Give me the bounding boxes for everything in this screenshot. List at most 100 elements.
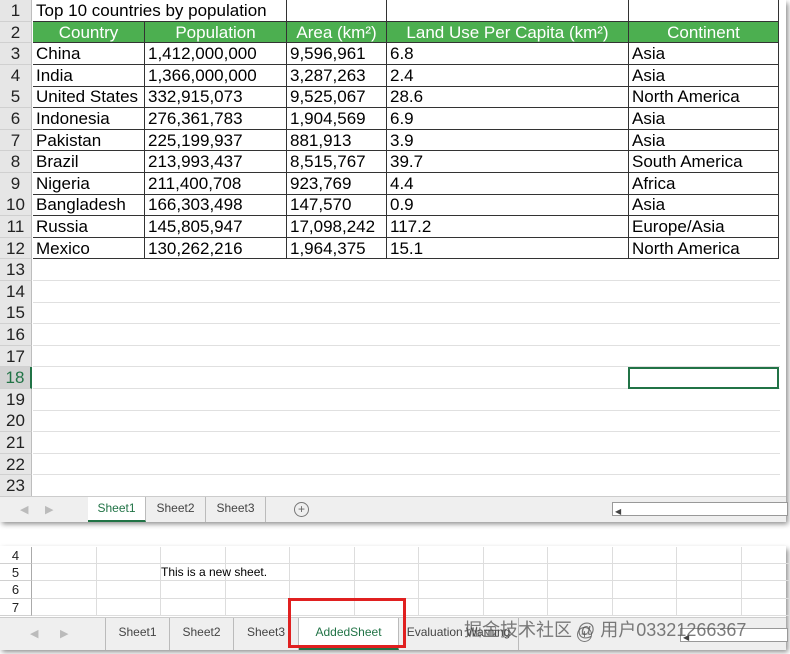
cell[interactable]: 211,400,708	[145, 172, 287, 195]
empty-row[interactable]	[33, 281, 780, 303]
cell[interactable]	[612, 564, 677, 582]
cell[interactable]: 3.9	[387, 129, 629, 152]
row-header[interactable]: 23	[0, 475, 32, 497]
cell[interactable]: 4.4	[387, 172, 629, 195]
tab-sheet2[interactable]: Sheet2	[146, 497, 206, 522]
cell[interactable]	[96, 581, 161, 599]
cell[interactable]	[225, 581, 290, 599]
cell[interactable]: Indonesia	[33, 108, 145, 130]
cell[interactable]	[32, 564, 97, 582]
tab-sheet1[interactable]: Sheet1	[105, 618, 170, 650]
cell[interactable]: Bangladesh	[33, 194, 145, 217]
cell[interactable]	[419, 547, 484, 565]
cell[interactable]: Asia	[629, 194, 779, 217]
tab-sheet3[interactable]: Sheet3	[206, 497, 266, 522]
cell[interactable]: India	[33, 64, 145, 87]
cell[interactable]	[677, 581, 742, 599]
row-header[interactable]: 13	[0, 259, 32, 281]
add-sheet-icon[interactable]: +	[294, 502, 309, 517]
cell[interactable]: 145,805,947	[145, 216, 287, 238]
cell[interactable]	[354, 581, 419, 599]
empty-row[interactable]	[33, 346, 780, 368]
cell[interactable]: Nigeria	[33, 172, 145, 195]
cell[interactable]: Africa	[629, 172, 779, 195]
row-header[interactable]: 12	[0, 237, 32, 260]
cell[interactable]	[225, 547, 290, 565]
cell[interactable]: North America	[629, 86, 779, 109]
cell[interactable]	[612, 581, 677, 599]
row-header[interactable]: 2	[0, 21, 32, 44]
cell[interactable]: 332,915,073	[145, 86, 287, 109]
cell[interactable]	[548, 547, 613, 565]
cell[interactable]	[161, 581, 226, 599]
cell[interactable]: North America	[629, 237, 779, 260]
cell[interactable]	[741, 581, 790, 599]
cell[interactable]	[612, 598, 677, 616]
cell[interactable]	[290, 547, 355, 565]
empty-row[interactable]	[33, 475, 780, 497]
cell[interactable]: 1,904,569	[287, 108, 387, 130]
scroll-right-icon[interactable]: ▶	[60, 627, 68, 640]
cell[interactable]: 1,964,375	[287, 237, 387, 260]
row-header[interactable]: 6	[0, 581, 32, 599]
row-header[interactable]: 4	[0, 64, 32, 87]
cell[interactable]: Asia	[629, 129, 779, 152]
cell[interactable]: 28.6	[387, 86, 629, 109]
cell[interactable]	[548, 564, 613, 582]
cell[interactable]	[161, 598, 226, 616]
cell[interactable]	[677, 564, 742, 582]
title-cell[interactable]: Top 10 countries by population	[33, 0, 287, 22]
empty-row[interactable]	[33, 302, 780, 325]
column-header-cell[interactable]: Area (km²)	[287, 21, 387, 44]
cell[interactable]	[287, 0, 387, 22]
cell[interactable]: 117.2	[387, 216, 629, 238]
column-header-cell[interactable]: Country	[33, 21, 145, 44]
cell[interactable]: Russia	[33, 216, 145, 238]
empty-row[interactable]	[33, 324, 780, 346]
cell[interactable]	[548, 581, 613, 599]
row-header[interactable]: 7	[0, 129, 32, 152]
row-header[interactable]: 21	[0, 432, 32, 454]
cell[interactable]: 6.9	[387, 108, 629, 130]
cell[interactable]: 2.4	[387, 64, 629, 87]
cell[interactable]: South America	[629, 151, 779, 173]
cell[interactable]	[96, 564, 161, 582]
cell[interactable]	[677, 547, 742, 565]
cell[interactable]	[419, 564, 484, 582]
cell[interactable]	[741, 564, 790, 582]
row-header[interactable]: 14	[0, 280, 32, 303]
cell[interactable]: 8,515,767	[287, 151, 387, 173]
cell[interactable]	[96, 547, 161, 565]
cell[interactable]: Asia	[629, 108, 779, 130]
cell[interactable]: Europe/Asia	[629, 216, 779, 238]
cell[interactable]	[741, 547, 790, 565]
row-header[interactable]: 19	[0, 388, 32, 411]
cell[interactable]	[419, 598, 484, 616]
cell[interactable]: Brazil	[33, 151, 145, 173]
cell[interactable]: 9,596,961	[287, 43, 387, 65]
cell[interactable]	[96, 598, 161, 616]
row-header[interactable]: 16	[0, 324, 32, 346]
row-header[interactable]: 8	[0, 151, 32, 173]
cell[interactable]: 130,262,216	[145, 237, 287, 260]
selected-cell[interactable]	[628, 367, 779, 389]
cell[interactable]: 9,525,067	[287, 86, 387, 109]
scroll-left-icon[interactable]: ◀	[20, 503, 28, 516]
cell[interactable]: Asia	[629, 43, 779, 65]
row-header[interactable]: 6	[0, 108, 32, 130]
row-header[interactable]: 20	[0, 410, 32, 433]
cell[interactable]	[741, 599, 790, 616]
row-header[interactable]: 22	[0, 453, 32, 476]
cell[interactable]: 225,199,937	[145, 129, 287, 152]
cell[interactable]: 276,361,783	[145, 108, 287, 130]
cell[interactable]	[354, 564, 419, 582]
cell[interactable]	[354, 547, 419, 565]
cell[interactable]	[32, 581, 97, 599]
horizontal-scrollbar[interactable]: ◀	[612, 502, 788, 516]
row-header[interactable]: 3	[0, 43, 32, 65]
cell[interactable]	[629, 0, 779, 22]
row-header[interactable]: 15	[0, 302, 32, 325]
cell[interactable]	[32, 547, 97, 565]
cell[interactable]	[387, 0, 629, 22]
cell[interactable]: 881,913	[287, 129, 387, 152]
